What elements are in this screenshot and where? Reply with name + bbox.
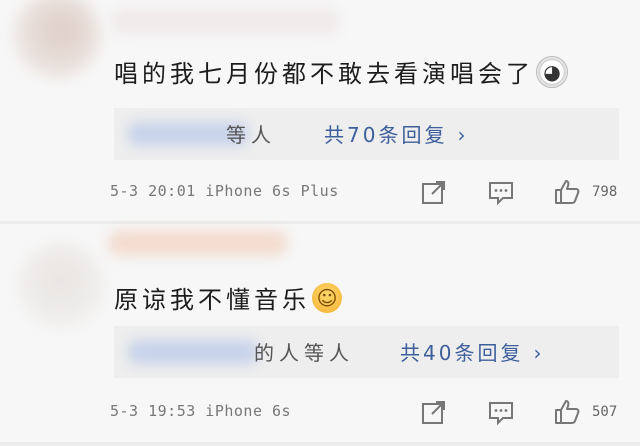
shrug-emoji-icon: ☺ — [312, 283, 342, 313]
avatar[interactable] — [18, 242, 104, 328]
avatar[interactable] — [14, 0, 100, 78]
like-count: 798 — [592, 184, 618, 200]
username-blurred[interactable] — [110, 8, 340, 34]
thumbs-up-icon — [555, 400, 580, 424]
comment-icon — [489, 402, 513, 426]
like-button[interactable] — [553, 178, 581, 206]
bottom-divider — [0, 442, 640, 446]
thumbs-up-icon — [555, 180, 580, 204]
share-button[interactable] — [420, 178, 448, 206]
chevron-right-icon: › — [533, 341, 545, 365]
like-button[interactable] — [553, 398, 581, 426]
view-replies-link[interactable]: 共40条回复 › — [400, 337, 544, 366]
share-icon — [422, 181, 445, 204]
share-icon — [422, 401, 445, 424]
username-blurred[interactable] — [108, 230, 288, 256]
view-replies-link[interactable]: 共70条回复 › — [324, 119, 468, 148]
comment-item-1: 唱的我七月份都不敢去看演唱会了 ◕ 等人 共70条回复 › 5-3 20:01 iP… — [0, 0, 640, 222]
panda-emoji-icon: ◕ — [536, 56, 568, 88]
reply-preview[interactable]: 的人等人 共40条回复 › — [114, 326, 619, 378]
comment-icon — [489, 182, 513, 206]
share-button[interactable] — [420, 398, 448, 426]
comment-item-2: 原谅我不懂音乐 ☺ 的人等人 共40条回复 › 5-3 19:53 iPhone 6… — [0, 224, 640, 446]
comment-meta: 5-3 19:53 iPhone 6s — [110, 402, 292, 420]
reply-names-blurred — [128, 340, 258, 364]
comment-text: 原谅我不懂音乐 ☺ — [114, 280, 342, 316]
chevron-right-icon: › — [457, 123, 469, 147]
comment-button[interactable] — [487, 398, 515, 426]
comment-meta: 5-3 20:01 iPhone 6s Plus — [110, 182, 339, 200]
like-count: 507 — [592, 404, 618, 420]
comment-button[interactable] — [487, 178, 515, 206]
reply-people-label: 等人 — [226, 123, 276, 147]
reply-people-label: 的人等人 — [254, 341, 354, 365]
reply-preview[interactable]: 等人 共70条回复 › — [114, 108, 619, 160]
comment-text: 唱的我七月份都不敢去看演唱会了 ◕ — [114, 54, 568, 91]
